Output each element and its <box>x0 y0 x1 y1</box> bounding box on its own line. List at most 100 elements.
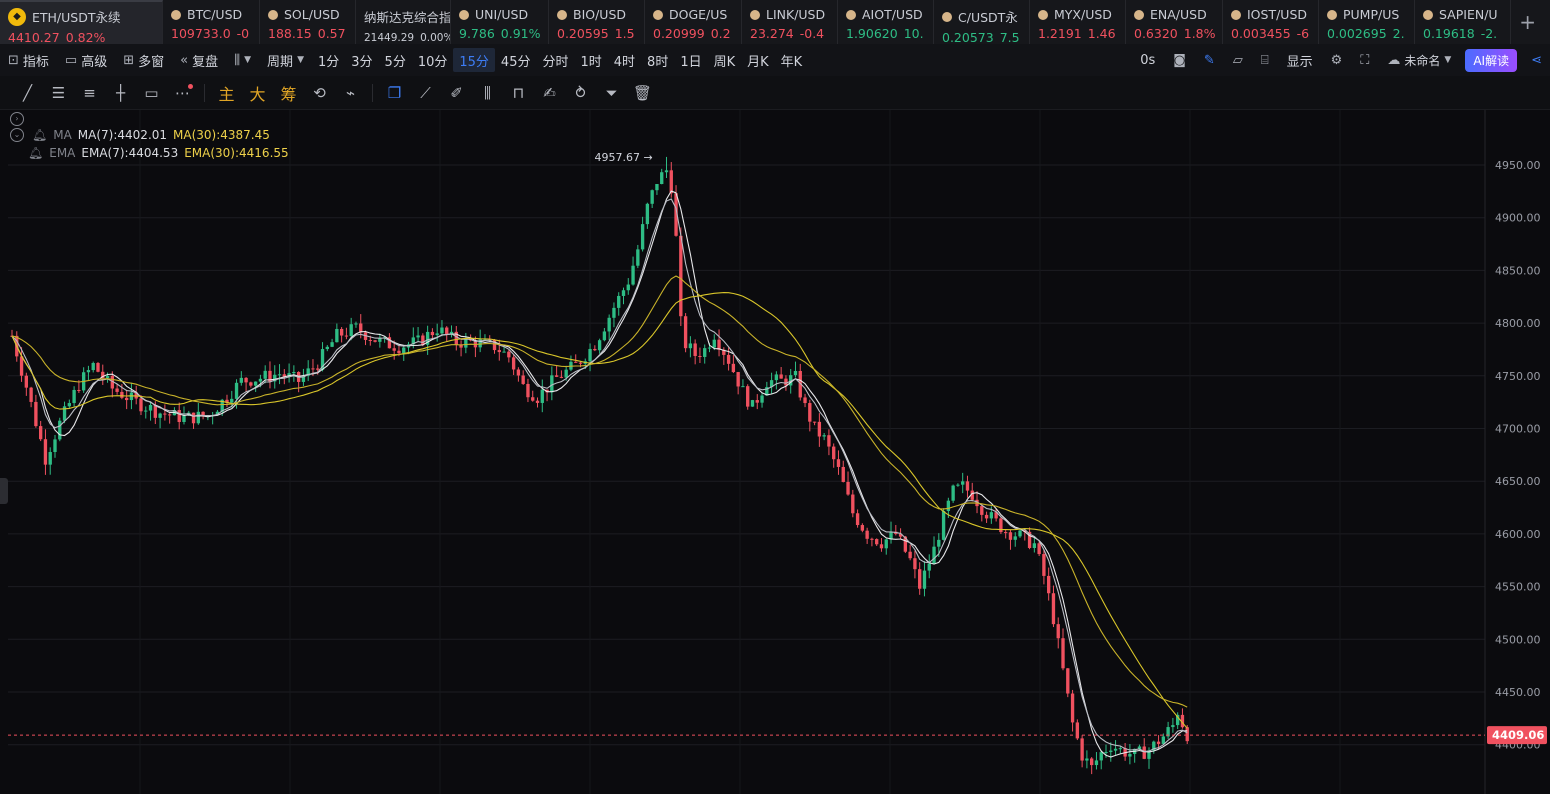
chips-toggle[interactable]: 筹 <box>273 79 304 107</box>
pen-icon[interactable]: ✐ <box>441 79 472 107</box>
share-icon[interactable]: ⋖ <box>1523 48 1550 72</box>
candle-body <box>445 327 449 334</box>
ticker-item[interactable]: ENA/USD 0.6320 1.8% <box>1126 0 1223 44</box>
divider <box>372 83 373 102</box>
period-option[interactable]: 年K <box>775 48 809 72</box>
period-option[interactable]: 1日 <box>674 48 707 72</box>
comment-icon[interactable]: ▱ <box>1225 48 1251 72</box>
ticker-item[interactable]: LINK/USD 23.274 -0.4 <box>742 0 838 44</box>
bell-icon[interactable]: 🔔︎ <box>28 144 43 162</box>
chart-area[interactable]: 4400.00 4450.00 4500.00 4550.00 4600.00 4650.… <box>0 110 1550 794</box>
candle-body <box>645 203 650 225</box>
chart-type-button[interactable]: ⫼ ▼ <box>226 48 259 72</box>
candle-body <box>115 388 119 392</box>
period-option[interactable]: 1时 <box>574 48 607 72</box>
ai-interpret-button[interactable]: AI解读 <box>1465 48 1518 72</box>
indicators-button[interactable]: ⊡ 指标 <box>0 48 57 72</box>
bell-icon[interactable]: 🔔︎ <box>32 126 47 144</box>
big-toggle[interactable]: 大 <box>242 79 273 107</box>
y-tick-label: 4700.00 <box>1495 423 1541 436</box>
camera-icon[interactable]: ◙ <box>1165 48 1194 72</box>
more-tools-icon[interactable]: ⋯ <box>167 79 198 107</box>
trend-line-icon[interactable]: ╱ <box>12 79 43 107</box>
ticker-item[interactable]: SOL/USD 188.15 0.57 <box>260 0 356 44</box>
indicator-edit-icon[interactable]: ⟲ <box>304 79 335 107</box>
period-option[interactable]: 月K <box>741 48 775 72</box>
advanced-button[interactable]: ▭ 高级 <box>57 48 115 72</box>
ticker-item[interactable]: SAPIEN/U 0.19618 -2. <box>1415 0 1511 44</box>
ticker-values: 1.2191 1.46 <box>1038 26 1125 41</box>
bars-pattern-icon[interactable]: ⫼ <box>472 79 503 107</box>
period-dropdown[interactable]: 周期 ▼ <box>259 48 312 72</box>
price-chart[interactable]: 4400.004450.004500.004550.004600.004650.… <box>0 110 1550 794</box>
ticker-item[interactable]: C/USDT永 0.20573 7.5 <box>934 0 1030 44</box>
ma-collapse-icon[interactable]: ⌄ <box>10 128 24 142</box>
ticker-item[interactable]: BIO/USD 0.20595 1.5 <box>549 0 645 44</box>
filter-icon[interactable]: ⏷ <box>596 79 627 107</box>
copy-icon[interactable]: ❐ <box>379 79 410 107</box>
template-icon[interactable]: ⌸ <box>1253 48 1277 72</box>
fullscreen-icon[interactable]: ⛶ <box>1352 48 1377 72</box>
ma-legend-row: ⌄ 🔔︎ MA MA(7):4402.01 MA(30):4387.45 <box>10 126 289 144</box>
ticker-item[interactable]: IOST/USD 0.003455 -6 <box>1223 0 1319 44</box>
ticker-item[interactable]: ◆ ETH/USDT永续 4410.27 0.82% <box>0 0 163 44</box>
horizontal-lines-icon[interactable]: ☰ <box>43 79 74 107</box>
candle-body <box>731 363 736 373</box>
ticker-item[interactable]: MYX/USD 1.2191 1.46 <box>1030 0 1126 44</box>
ticker-item[interactable]: PUMP/US 0.002695 2. <box>1319 0 1415 44</box>
ticker-item[interactable]: 纳斯达克综合指 21449.29 0.00% <box>356 0 451 44</box>
horizontal-ray-icon[interactable]: ┼ <box>105 79 136 107</box>
main-chart-toggle[interactable]: 主 <box>211 79 242 107</box>
period-option[interactable]: 45分 <box>495 48 537 72</box>
ticker-item[interactable]: AIOT/USD 1.90620 10. <box>838 0 934 44</box>
lock-icon[interactable]: ⊓ <box>503 79 534 107</box>
ticker-item[interactable]: DOGE/US 0.20999 0.2 <box>645 0 742 44</box>
note-icon[interactable]: ✍ <box>534 79 565 107</box>
period-option[interactable]: 周K <box>708 48 742 72</box>
candle-body <box>846 481 850 495</box>
collapse-icon[interactable]: › <box>10 112 24 126</box>
ruler-icon[interactable]: ⟋ <box>410 79 441 107</box>
trash-icon[interactable]: 🗑 <box>627 79 658 107</box>
ticker-name-row: AIOT/USD <box>846 7 933 22</box>
period-option[interactable]: 10分 <box>412 48 454 72</box>
ticker-change: 7.5 <box>999 30 1020 44</box>
period-option[interactable]: 8时 <box>641 48 674 72</box>
candle-body <box>1066 668 1070 694</box>
brush-icon[interactable]: ⌁ <box>335 79 366 107</box>
layout-name-dropdown[interactable]: ☁ 未命名 ▼ <box>1379 48 1459 72</box>
ticker-values: 0.20999 0.2 <box>653 26 741 41</box>
ticker-item[interactable]: BTC/USD 109733.0 -0 <box>163 0 260 44</box>
period-option[interactable]: 1分 <box>312 48 345 72</box>
replay-button[interactable]: « 复盘 <box>172 48 226 72</box>
period-option[interactable]: 3分 <box>345 48 378 72</box>
ai-button-wrap: AI解读 <box>1461 48 1521 72</box>
ma30-value: MA(30):4387.45 <box>173 128 270 142</box>
ticker-price: 4410.27 <box>8 30 60 44</box>
scroll-handle[interactable] <box>0 478 8 504</box>
period-option[interactable]: 4时 <box>608 48 641 72</box>
rectangle-icon[interactable]: ▭ <box>136 79 167 107</box>
parallel-channel-icon[interactable]: ≡ <box>74 79 105 107</box>
gear-icon[interactable]: ⚙ <box>1323 48 1351 72</box>
ticker-change: -2. <box>1480 26 1498 41</box>
magnet-icon[interactable]: ⥁ <box>565 79 596 107</box>
period-option[interactable]: 5分 <box>379 48 412 72</box>
candle-body <box>803 397 807 404</box>
pencil-icon[interactable]: ✎ <box>1196 48 1223 72</box>
ticker-item[interactable]: UNI/USD 9.786 0.91% <box>451 0 549 44</box>
candle-body <box>249 382 253 386</box>
ticker-change: 0.91% <box>500 26 541 41</box>
ticker-values: 0.20573 7.5 <box>942 30 1029 44</box>
candle-body <box>812 421 817 423</box>
candle-body <box>191 412 196 424</box>
period-option[interactable]: 15分 <box>453 48 495 72</box>
candle-body <box>655 183 659 191</box>
candle-body <box>526 383 530 398</box>
candle-body <box>822 435 826 437</box>
display-button[interactable]: 显示 <box>1279 48 1321 72</box>
candle-body <box>636 249 640 266</box>
multi-window-button[interactable]: ⊞ 多窗 <box>115 48 172 72</box>
period-option[interactable]: 分时 <box>536 48 574 72</box>
add-ticker-icon[interactable]: + <box>1519 10 1536 34</box>
